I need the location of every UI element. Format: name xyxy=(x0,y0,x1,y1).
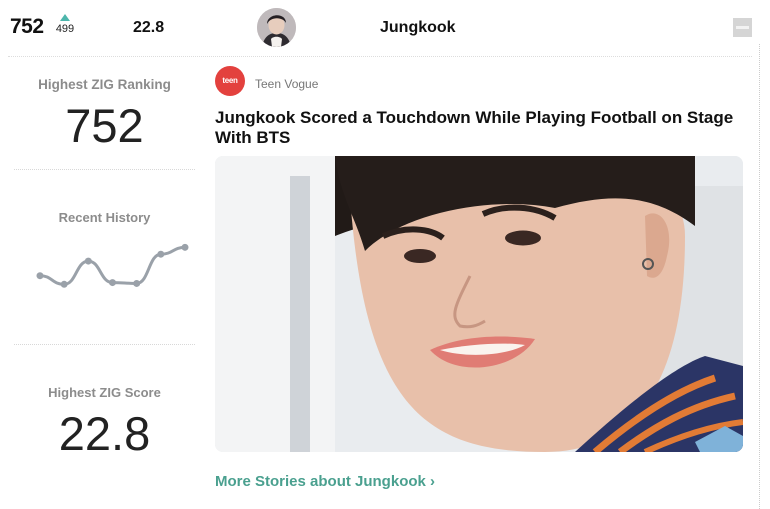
top-bar: 752 499 22.8 Jungkook xyxy=(0,0,770,56)
rank-change-value: 499 xyxy=(55,23,75,35)
score-value: 22.8 xyxy=(133,19,165,36)
history-sparkline xyxy=(36,243,189,288)
history-label: Recent History xyxy=(58,210,151,225)
right-divider xyxy=(759,44,760,509)
minimize-icon[interactable] xyxy=(733,18,752,37)
rank-change: 499 xyxy=(53,14,77,36)
ranking-big-value: 752 xyxy=(65,99,144,152)
avatar[interactable] xyxy=(257,8,296,47)
source-name: Teen Vogue xyxy=(255,77,319,91)
triangle-up-icon xyxy=(60,14,70,21)
score-big-value: 22.8 xyxy=(58,407,151,460)
ranking-label: Highest ZIG Ranking xyxy=(38,77,171,92)
more-stories-link[interactable]: More Stories about Jungkook › xyxy=(215,473,435,490)
score-label: Highest ZIG Score xyxy=(48,385,161,400)
ranking-value: 752 xyxy=(10,15,44,38)
history-point xyxy=(60,280,68,288)
history-point xyxy=(109,279,116,287)
news-card: teen Teen Vogue Jungkook Scored a Touchd… xyxy=(215,66,745,490)
article-headline[interactable]: Jungkook Scored a Touchdown While Playin… xyxy=(215,108,735,148)
history-point xyxy=(36,272,44,280)
history-point xyxy=(181,243,189,251)
history-point xyxy=(133,279,141,287)
article-source[interactable]: teen Teen Vogue xyxy=(215,66,745,100)
source-logo: teen xyxy=(215,66,245,96)
article-photo[interactable] xyxy=(215,156,743,452)
profile-name: Jungkook xyxy=(380,19,456,36)
stats-sidebar: Highest ZIG Ranking 752 Recent History H… xyxy=(14,57,195,461)
history-point xyxy=(84,257,92,265)
history-point xyxy=(157,250,165,258)
